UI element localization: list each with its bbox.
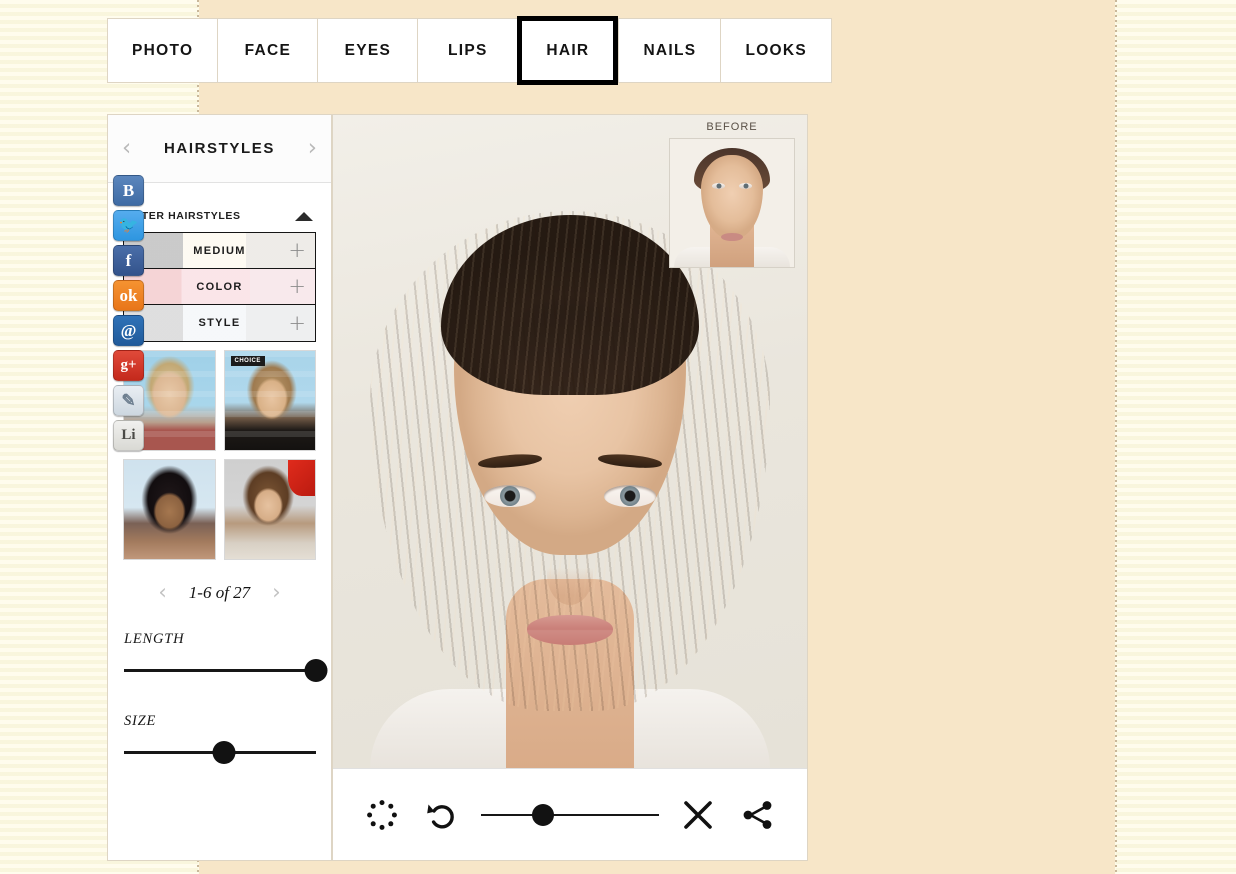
facebook-glyph: f: [125, 251, 132, 270]
model-eye-right: [604, 485, 656, 507]
twitter-glyph: 🐦: [118, 216, 139, 234]
social-share-rail: B 🐦 f ok @ g+ ✎ Li: [113, 175, 147, 451]
plus-icon-style[interactable]: +: [288, 312, 306, 334]
filter-row-color[interactable]: COLOR +: [124, 269, 315, 305]
before-thumbnail-image[interactable]: [669, 138, 795, 268]
model-nose: [547, 543, 593, 605]
tab-hair[interactable]: HAIR: [517, 16, 619, 85]
tab-face-label: FACE: [244, 41, 292, 59]
compare-dotted-circle-icon[interactable]: [361, 794, 403, 836]
panel-prev-arrow-icon[interactable]: ‹: [122, 137, 131, 160]
pagination-next-icon[interactable]: ›: [272, 582, 280, 603]
iris-left: [500, 486, 520, 506]
vkontakte-icon[interactable]: B: [113, 175, 144, 206]
liveinternet-icon[interactable]: Li: [113, 420, 144, 451]
tab-looks[interactable]: LOOKS: [720, 18, 833, 83]
tab-eyes-label: EYES: [344, 41, 392, 59]
size-slider-block: SIZE: [108, 679, 331, 764]
model-brow-right: [597, 452, 663, 470]
thumbnail-pagination: ‹ 1-6 of 27 ›: [108, 560, 331, 615]
plus-icon-medium[interactable]: +: [288, 240, 306, 261]
filter-row-color-label: COLOR: [196, 280, 243, 293]
tab-nails-label: NAILS: [643, 41, 697, 59]
intensity-slider[interactable]: [481, 803, 659, 826]
intensity-slider-knob[interactable]: [532, 803, 555, 826]
paper-texture-right: [1116, 0, 1236, 874]
iris-right: [620, 486, 640, 506]
panel-next-arrow-icon[interactable]: ›: [308, 137, 317, 160]
before-eye-right: [739, 183, 752, 189]
tab-hair-label: HAIR: [546, 41, 590, 59]
before-eye-left: [712, 183, 725, 189]
lj-glyph: ✎: [121, 391, 136, 410]
length-slider-knob[interactable]: [304, 659, 328, 682]
twitter-icon[interactable]: 🐦: [113, 210, 144, 241]
filter-row-medium-label: MEDIUM: [193, 244, 246, 257]
undo-icon[interactable]: [421, 794, 463, 836]
tab-face[interactable]: FACE: [217, 18, 318, 83]
chevron-up-icon[interactable]: [295, 211, 313, 221]
length-slider-label: LENGTH: [124, 631, 185, 647]
main-tabbar: PHOTO FACE EYES LIPS HAIR NAILS LOOKS: [107, 16, 833, 85]
livejournal-icon[interactable]: ✎: [113, 385, 144, 416]
li-glyph: Li: [121, 427, 136, 443]
tab-lips[interactable]: LIPS: [417, 18, 518, 83]
vk-glyph: B: [122, 181, 135, 200]
hairstyle-thumb-4[interactable]: [223, 459, 316, 560]
tab-eyes[interactable]: EYES: [317, 18, 418, 83]
tab-photo-label: PHOTO: [132, 41, 194, 59]
pagination-label: 1-6 of 27: [188, 582, 251, 602]
tab-looks-label: LOOKS: [745, 41, 808, 59]
hairstyle-thumb-2[interactable]: [223, 350, 316, 451]
size-slider-track[interactable]: [124, 741, 316, 764]
mailru-glyph: @: [120, 321, 137, 340]
share-icon[interactable]: [737, 794, 779, 836]
size-slider-knob[interactable]: [212, 741, 236, 764]
tab-photo[interactable]: PHOTO: [107, 18, 218, 83]
hairstyle-thumb-3[interactable]: [123, 459, 216, 560]
odnoklassniki-icon[interactable]: ok: [113, 280, 144, 311]
viewer-toolbar: [333, 768, 807, 860]
filter-row-medium[interactable]: MEDIUM +: [124, 233, 315, 269]
googleplus-icon[interactable]: g+: [113, 350, 144, 381]
makeover-photo[interactable]: BEFORE: [333, 115, 807, 769]
plus-icon-color[interactable]: +: [288, 276, 306, 297]
length-slider-track[interactable]: [124, 659, 328, 682]
filter-rows: MEDIUM + COLOR + STYLE +: [123, 232, 316, 342]
model-lips: [527, 615, 613, 645]
panel-header: ‹ HAIRSTYLES ›: [108, 115, 331, 183]
tab-lips-label: LIPS: [448, 41, 488, 59]
before-lips: [721, 233, 743, 241]
before-label: BEFORE: [706, 121, 758, 133]
page-rule-right: [1115, 0, 1117, 874]
ok-glyph: ok: [119, 286, 138, 305]
mailru-icon[interactable]: @: [113, 315, 144, 346]
gplus-glyph: g+: [120, 357, 137, 373]
model-eye-left: [484, 485, 536, 507]
size-slider-label: SIZE: [124, 713, 157, 729]
photo-viewer: BEFORE: [332, 114, 808, 861]
before-preview[interactable]: BEFORE: [669, 121, 795, 268]
close-icon[interactable]: [677, 794, 719, 836]
panel-title: HAIRSTYLES: [163, 140, 275, 157]
length-slider-block: LENGTH: [108, 615, 331, 682]
filter-row-style[interactable]: STYLE +: [124, 305, 315, 341]
model-brow-left: [477, 452, 543, 470]
filter-row-style-label: STYLE: [198, 317, 241, 329]
tab-nails[interactable]: NAILS: [618, 18, 721, 83]
facebook-icon[interactable]: f: [113, 245, 144, 276]
pagination-prev-icon[interactable]: ‹: [158, 582, 166, 603]
